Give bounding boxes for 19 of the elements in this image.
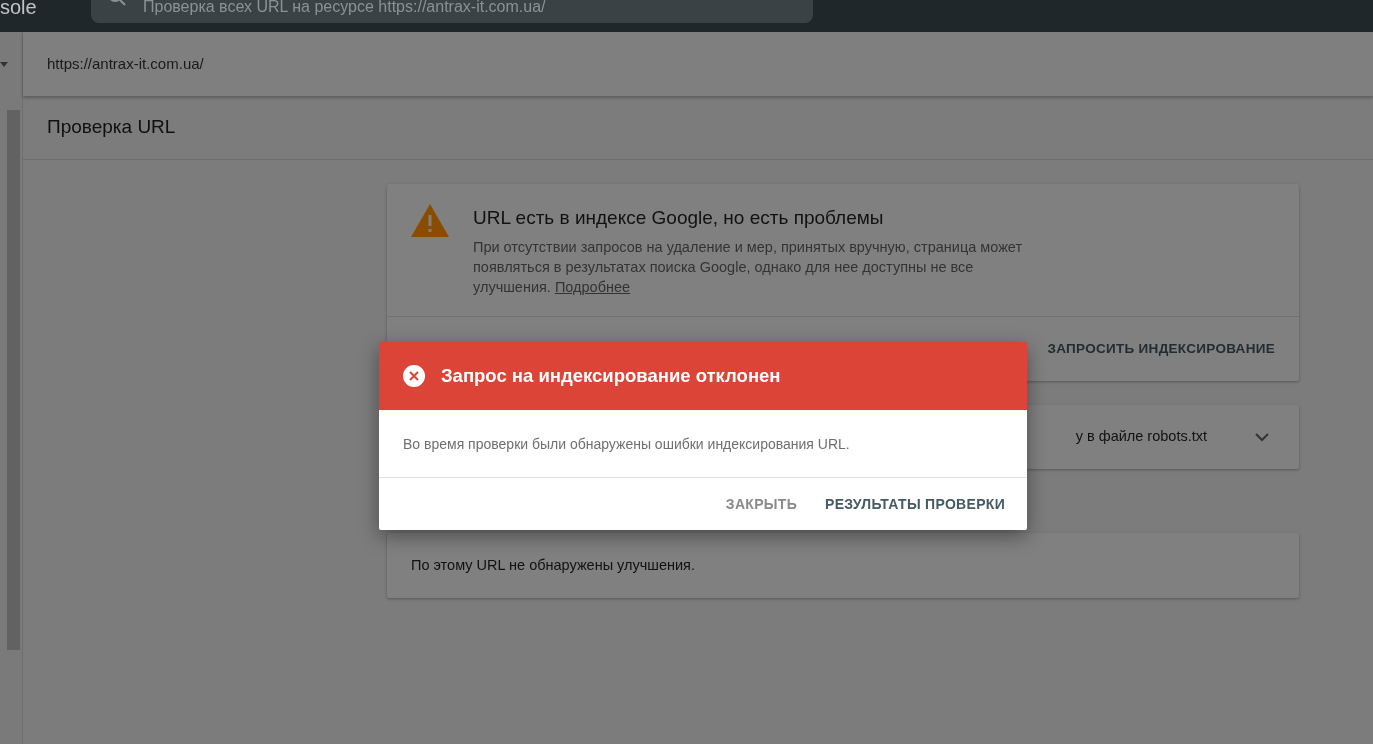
dialog-title: Запрос на индексирование отклонен [441,364,781,389]
status-title: URL есть в индексе Google, но есть проблемы [473,206,885,230]
chevron-icon[interactable] [1255,432,1269,442]
error-icon [403,365,425,387]
results-button[interactable]: РЕЗУЛЬТАТЫ ПРОВЕРКИ [819,487,1011,521]
close-button[interactable]: ЗАКРЫТЬ [719,487,803,521]
warning-icon [411,204,449,237]
request-indexing-button[interactable]: ЗАПРОСИТЬ ИНДЕКСИРОВАНИЕ [1047,338,1275,360]
status-description: При отсутствии запросов на удаление и мер, принятых вручную, страница может появляться в результатах поиска Google, однако для нее доступны не все улучшения. Подробнее [473,237,1024,297]
logo-text: sole [0,0,38,20]
page-title: Проверка URL [47,115,176,140]
search-field[interactable]: Проверка всех URL на ресурсе https://antrax-it.com.ua/ [91,0,813,23]
learn-more-link[interactable]: Подробнее [554,278,631,295]
enhancements-text: По этому URL не обнаружены улучшения. [411,555,695,575]
coverage-text: у в файле robots.txt [1075,427,1207,447]
dialog-message: Во время проверки были обнаружены ошибки индексирования URL. [403,436,850,452]
scrollbar-thumb[interactable] [7,110,20,650]
property-url[interactable]: https://antrax-it.com.ua/ [47,52,204,76]
caret-down-icon[interactable] [0,62,8,67]
